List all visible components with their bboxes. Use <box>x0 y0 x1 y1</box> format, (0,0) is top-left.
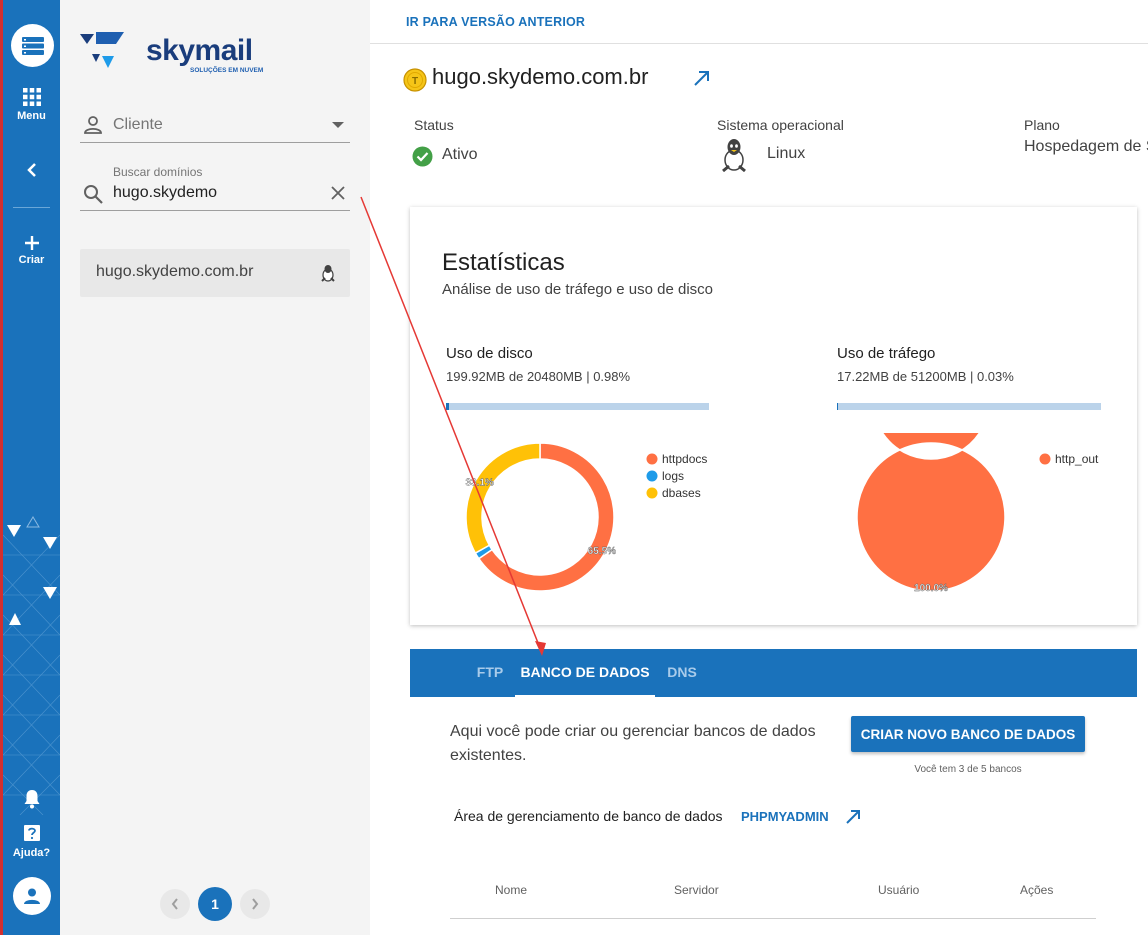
legend-swatch-http_out <box>1039 453 1051 465</box>
notifications-button[interactable] <box>3 789 60 812</box>
pagination: 1 <box>160 886 270 922</box>
disk-usage-summary: 199.92MB de 20480MB | 0.98% <box>446 369 631 384</box>
clear-icon[interactable] <box>330 185 346 201</box>
table-header-divider <box>450 918 1096 919</box>
column-header-name: Nome <box>495 883 528 897</box>
tab-bar: FTP BANCO DE DADOS DNS <box>410 649 1137 697</box>
os-value: Linux <box>767 145 806 162</box>
person-icon <box>84 116 102 134</box>
os-label: Sistema operacional <box>717 117 844 133</box>
plan-value: Hospedagem de S <box>1024 138 1148 155</box>
client-placeholder: Cliente <box>113 116 163 133</box>
legend-label-http_out[interactable]: http_out <box>1055 452 1099 466</box>
next-page-button[interactable] <box>240 889 270 919</box>
statistics-subtitle: Análise de uso de tráfego e uso de disco <box>442 281 714 298</box>
bell-icon <box>24 790 39 809</box>
help-label: Ajuda? <box>12 847 51 859</box>
open-external-icon[interactable] <box>845 807 863 825</box>
page-1-button[interactable]: 1 <box>198 887 232 921</box>
donut-slice-dbases[interactable] <box>465 442 541 555</box>
home-button[interactable] <box>11 24 54 67</box>
search-icon <box>84 185 103 204</box>
statistics-title: Estatísticas <box>442 249 565 276</box>
donut-data-label: 65.5% <box>588 546 616 557</box>
column-header-user: Usuário <box>878 883 920 897</box>
column-header-actions: Ações <box>1020 883 1054 897</box>
main-content: IR PARA VERSÃO ANTERIOR T hugo.skydemo.c… <box>370 0 1148 935</box>
plus-icon <box>24 236 39 250</box>
brand-tagline: SOLUÇÕES EM NUVEM <box>190 67 264 74</box>
domain-coin-icon: T <box>403 68 427 92</box>
search-value: hugo.skydemo <box>113 184 218 201</box>
dropdown-arrow-icon <box>332 122 344 128</box>
top-bar: IR PARA VERSÃO ANTERIOR <box>370 0 1148 44</box>
menu-label: Menu <box>17 110 46 122</box>
legend-swatch-dbases <box>646 487 658 499</box>
rail-divider <box>13 207 50 208</box>
user-icon <box>24 888 40 904</box>
check-circle-icon <box>412 146 433 167</box>
create-database-button[interactable]: CRIAR NOVO BANCO DE DADOS <box>851 716 1085 752</box>
legend-label-httpdocs[interactable]: httpdocs <box>662 452 707 466</box>
column-header-server: Servidor <box>674 883 719 897</box>
donut-data-label: 33.1% <box>465 478 493 489</box>
help-icon <box>23 825 40 841</box>
legend-label-dbases[interactable]: dbases <box>662 486 701 500</box>
domain-list-item[interactable]: hugo.skydemo.com.br <box>80 249 350 297</box>
database-quota: Você tem 3 de 5 bancos <box>914 764 1022 775</box>
rail-pattern-decoration <box>3 516 60 815</box>
chevron-left-icon <box>26 163 36 177</box>
create-button[interactable]: Criar <box>3 235 60 266</box>
phpmyadmin-link[interactable]: PHPMYADMIN <box>741 809 829 824</box>
database-description: Aqui você pode criar ou gerenciar bancos… <box>450 723 816 764</box>
search-label: Buscar domínios <box>113 165 203 179</box>
domain-search-input[interactable]: hugo.skydemo <box>80 178 350 211</box>
tab-dns[interactable]: DNS <box>660 649 704 697</box>
domain-sidebar: skymail SOLUÇÕES EM NUVEM Cliente Buscar… <box>60 0 370 935</box>
disk-usage-bar-fill <box>446 403 449 410</box>
create-label: Criar <box>18 254 45 266</box>
traffic-usage-title: Uso de tráfego <box>837 345 936 362</box>
nav-rail: Menu Criar Ajuda? <box>0 0 60 935</box>
collapse-button[interactable] <box>3 162 60 181</box>
tab-ftp[interactable]: FTP <box>470 649 510 697</box>
tab-database[interactable]: BANCO DE DADOS <box>515 649 655 697</box>
domain-list-item-name: hugo.skydemo.com.br <box>96 263 254 280</box>
help-button[interactable]: Ajuda? <box>3 824 60 859</box>
skymail-logo: skymail SOLUÇÕES EM NUVEM <box>80 30 280 78</box>
client-select[interactable]: Cliente <box>80 108 350 143</box>
status-label: Status <box>414 117 454 133</box>
menu-button[interactable]: Menu <box>3 88 60 122</box>
legend-label-logs[interactable]: logs <box>662 469 684 483</box>
previous-version-link[interactable]: IR PARA VERSÃO ANTERIOR <box>406 15 585 29</box>
server-list-icon <box>21 36 44 55</box>
traffic-usage-donut-chart: 100.0% http_out <box>856 433 1099 594</box>
domain-title: hugo.skydemo.com.br <box>432 64 649 89</box>
donut-data-label: 100.0% <box>914 583 948 594</box>
linux-icon <box>321 265 335 282</box>
database-tab-content: Aqui você pode criar ou gerenciar bancos… <box>410 697 1137 935</box>
traffic-usage-bar-fill <box>837 403 838 410</box>
traffic-usage-summary: 17.22MB de 51200MB | 0.03% <box>837 369 1014 384</box>
disk-usage-title: Uso de disco <box>446 345 533 362</box>
statistics-card: Estatísticas Análise de uso de tráfego e… <box>410 207 1137 625</box>
chevron-left-icon <box>171 898 178 910</box>
user-avatar[interactable] <box>13 877 51 915</box>
plan-label: Plano <box>1024 117 1060 133</box>
chevron-right-icon <box>252 898 259 910</box>
svg-text:T: T <box>412 76 418 87</box>
linux-icon <box>722 139 746 172</box>
donut-slice-http_out[interactable] <box>856 433 1006 592</box>
brand-name: skymail <box>146 34 253 67</box>
status-value: Ativo <box>442 146 478 163</box>
legend-swatch-httpdocs <box>646 453 658 465</box>
disk-usage-bar <box>446 403 709 410</box>
database-management-label: Área de gerenciamento de banco de dados <box>454 808 723 824</box>
traffic-usage-bar <box>837 403 1101 410</box>
grid-icon <box>22 88 41 106</box>
disk-usage-donut-chart: 65.5% 33.1% httpdocs logs dbases <box>465 442 707 592</box>
prev-page-button[interactable] <box>160 889 190 919</box>
open-external-icon[interactable] <box>692 68 712 88</box>
legend-swatch-logs <box>646 470 658 482</box>
